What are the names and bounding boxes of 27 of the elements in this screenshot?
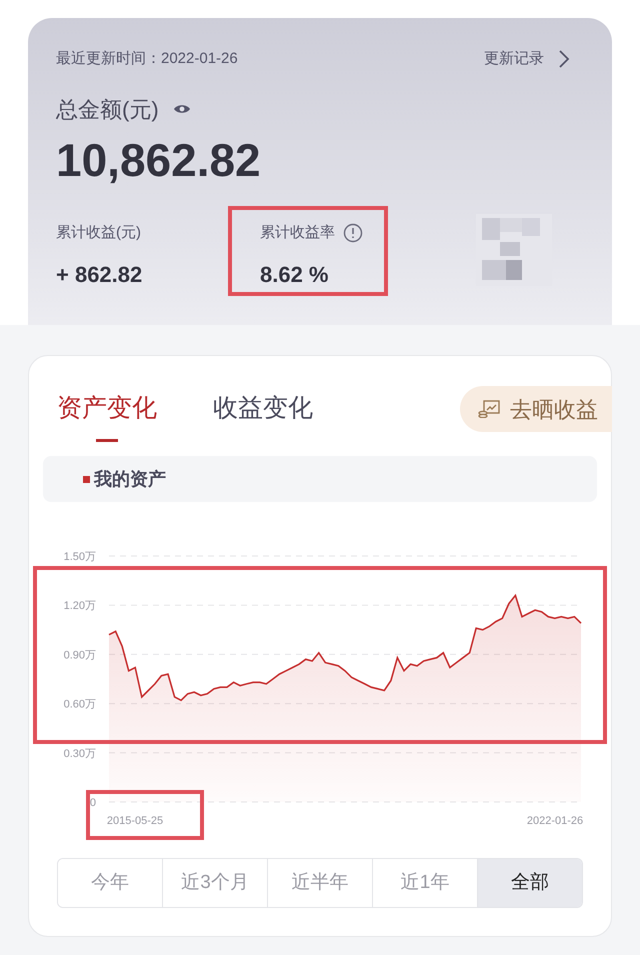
tab[interactable]: 资产变化 <box>57 390 157 428</box>
stat-label: 累计收益(元) <box>56 222 141 242</box>
x-axis-label: 2022-01-26 <box>526 815 584 827</box>
range-tab[interactable]: 今年 <box>58 859 163 907</box>
stat-label: 累计收益率 <box>260 222 335 242</box>
share-earnings-button[interactable]: 去晒收益 <box>460 386 612 432</box>
legend-label: 我的资产 <box>94 468 166 490</box>
range-tab[interactable]: 全部 <box>478 859 582 907</box>
tab[interactable]: 收益变化 <box>213 390 313 428</box>
stat-value: 8.62 % <box>259 261 330 289</box>
y-axis-label: 0 <box>90 797 96 809</box>
stat-value: + 862.82 <box>56 261 144 289</box>
history-link[interactable]: 更新记录 <box>484 48 570 70</box>
y-axis-label: 0.30万 <box>64 748 96 760</box>
update-time: 最近更新时间：2022-01-26 <box>56 49 238 69</box>
chart-coins-icon <box>478 400 500 418</box>
y-axis-label: 0.60万 <box>64 698 96 711</box>
chevron-right-icon <box>558 49 570 70</box>
y-axis-label: 0.90万 <box>64 649 96 662</box>
x-axis-label: 2015-05-25 <box>106 815 164 827</box>
y-axis-label: 1.20万 <box>64 600 96 612</box>
total-label: 总金额(元) <box>56 96 159 124</box>
tab-indicator <box>96 438 118 442</box>
total-amount: 10,862.82 <box>56 132 262 188</box>
info-icon[interactable] <box>343 222 363 243</box>
y-axis-label: 1.50万 <box>64 551 96 563</box>
eye-icon[interactable] <box>172 103 191 115</box>
